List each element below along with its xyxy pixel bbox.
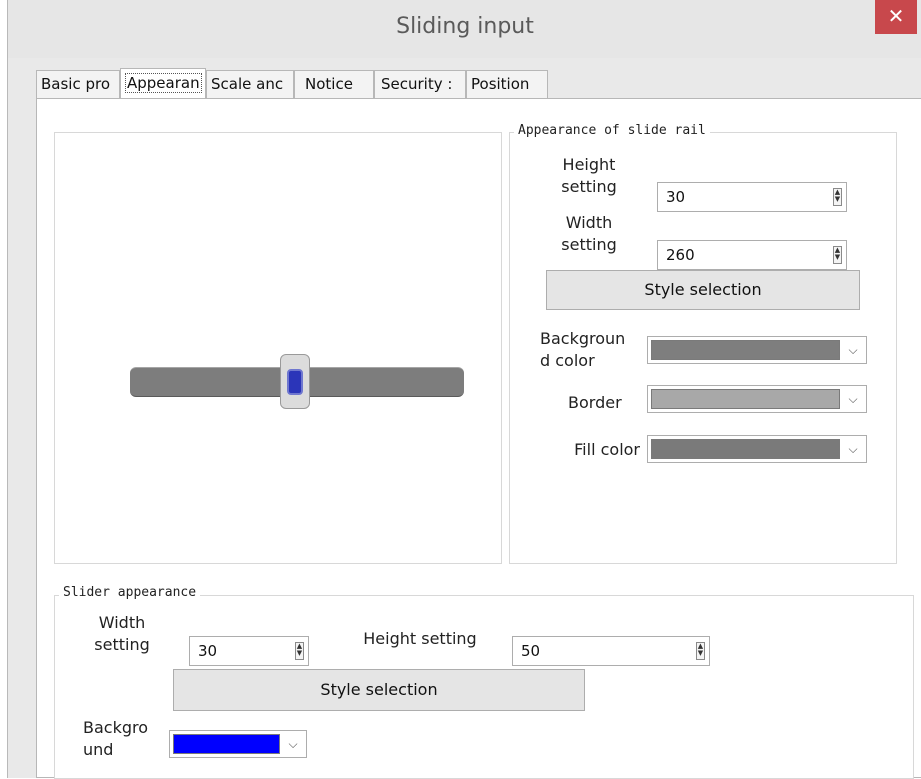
slide-rail-group-title: Appearance of slide rail <box>514 123 710 138</box>
rail-fill-label: Fill color <box>574 440 640 459</box>
slider-background-color-select[interactable]: ⌵ <box>169 730 307 758</box>
slider-background-swatch <box>173 734 280 754</box>
close-icon: ✕ <box>887 4 905 28</box>
slider-appearance-group: Slider appearance Width setting 30 ▲ ▼ He… <box>54 585 914 779</box>
spin-arrows-icon[interactable]: ▲ ▼ <box>833 246 842 264</box>
rail-border-color-select[interactable]: ⌵ <box>647 385 867 413</box>
rail-height-value: 30 <box>666 188 686 206</box>
title-bar[interactable]: Sliding input ✕ <box>8 0 921 58</box>
spin-arrows-icon[interactable]: ▲ ▼ <box>295 642 304 660</box>
tab-basic-properties[interactable]: Basic pro <box>36 70 120 98</box>
slide-rail-group: Appearance of slide rail Height setting … <box>509 123 897 564</box>
preview-knob-inner <box>287 369 303 395</box>
tab-appearance[interactable]: Appearan <box>120 68 206 99</box>
slider-width-value: 30 <box>198 642 218 660</box>
rail-border-label: Border <box>568 393 622 412</box>
slider-background-label: Backgro und <box>83 718 149 759</box>
spin-arrows-icon[interactable]: ▲ ▼ <box>696 642 705 660</box>
tab-notice[interactable]: Notice <box>294 70 374 98</box>
slider-height-value: 50 <box>521 642 541 660</box>
chevron-down-icon: ⌵ <box>848 392 858 406</box>
rail-height-input[interactable]: 30 ▲ ▼ <box>657 182 847 212</box>
rail-fill-color-select[interactable]: ⌵ <box>647 435 867 463</box>
slider-height-label: Height setting <box>363 629 477 648</box>
rail-width-input[interactable]: 260 ▲ ▼ <box>657 240 847 270</box>
slider-width-label: Width setting <box>94 613 150 654</box>
slider-height-input[interactable]: 50 ▲ ▼ <box>512 636 710 666</box>
rail-background-label: Backgroun d color <box>540 329 626 370</box>
slider-width-input[interactable]: 30 ▲ ▼ <box>189 636 309 666</box>
window-title: Sliding input <box>396 14 534 39</box>
rail-background-swatch <box>651 340 840 360</box>
preview-panel <box>54 132 502 564</box>
rail-width-label: Width setting <box>561 213 617 254</box>
slider-group-title: Slider appearance <box>59 585 201 600</box>
rail-width-value: 260 <box>666 246 695 264</box>
tab-security[interactable]: Security : <box>374 70 466 98</box>
rail-style-selection-button[interactable]: Style selection <box>546 270 860 310</box>
dialog-window: Sliding input ✕ Basic pro Appearan Scale… <box>7 0 921 779</box>
close-button[interactable]: ✕ <box>875 0 917 34</box>
rail-fill-swatch <box>651 439 840 459</box>
tab-scale[interactable]: Scale anc <box>206 70 294 98</box>
rail-background-color-select[interactable]: ⌵ <box>647 336 867 364</box>
chevron-down-icon: ⌵ <box>288 737 298 751</box>
preview-slider-knob <box>280 354 310 409</box>
chevron-down-icon: ⌵ <box>848 343 858 357</box>
slider-style-selection-button[interactable]: Style selection <box>173 669 585 711</box>
tab-strip: Basic pro Appearan Scale anc Notice Secu… <box>36 68 906 99</box>
rail-border-swatch <box>651 389 840 409</box>
chevron-down-icon: ⌵ <box>848 442 858 456</box>
tab-position[interactable]: Position <box>466 70 548 98</box>
spin-arrows-icon[interactable]: ▲ ▼ <box>833 188 842 206</box>
tab-content-appearance: Appearance of slide rail Height setting … <box>36 98 921 779</box>
rail-height-label: Height setting <box>561 155 617 196</box>
